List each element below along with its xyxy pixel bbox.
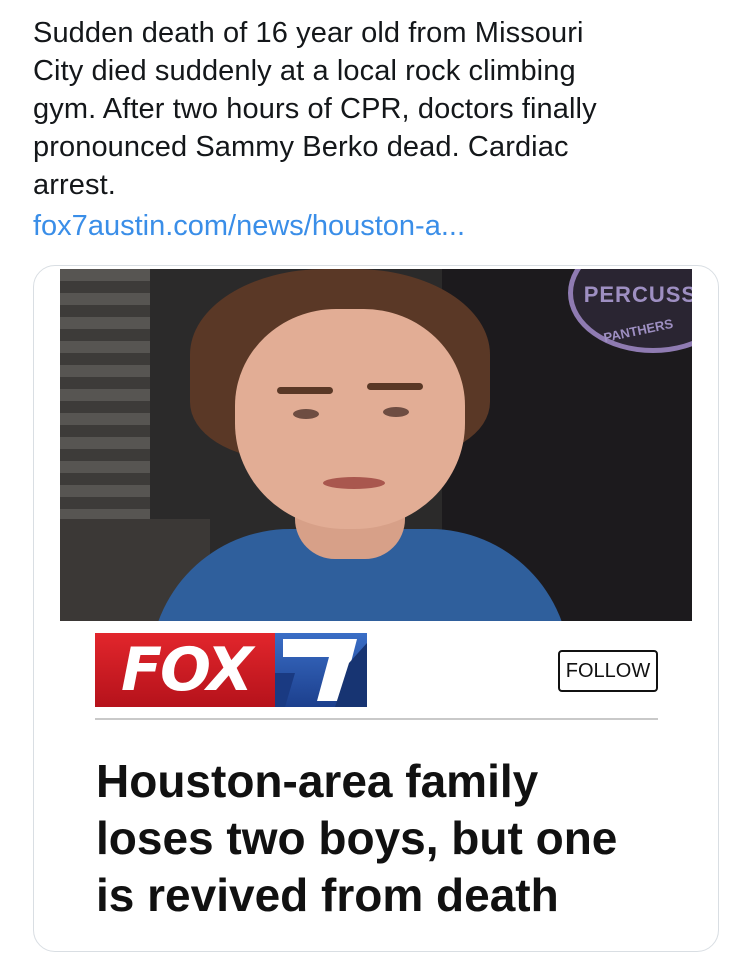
mouth (323, 477, 385, 489)
link-preview-card[interactable]: PERCUSSIO PANTHERS FOX FOLLOW (33, 265, 719, 952)
tweet-text-line: gym. After two hours of CPR, doctors fin… (33, 93, 597, 125)
channel-seven-mark (275, 633, 367, 707)
tweet-text: Sudden death of 16 year old from Missour… (33, 14, 723, 204)
card-divider (95, 718, 658, 720)
eye-right (383, 407, 409, 417)
brow-left (277, 387, 333, 394)
tweet-text-line: pronounced Sammy Berko dead. Cardiac (33, 131, 569, 163)
follow-button[interactable]: FOLLOW (558, 650, 658, 692)
fox7-logo[interactable]: FOX (95, 633, 367, 707)
article-link[interactable]: fox7austin.com/news/houston-a... (33, 207, 465, 245)
headline-line: loses two boys, but one (96, 812, 618, 864)
publisher-row: FOX FOLLOW (95, 633, 658, 708)
seven-glyph-icon (275, 639, 367, 707)
tweet-text-line: City died suddenly at a local rock climb… (33, 55, 576, 87)
tweet-text-line: Sudden death of 16 year old from Missour… (33, 17, 584, 49)
window-blinds (60, 269, 150, 519)
eye-left (293, 409, 319, 419)
article-photo[interactable]: PERCUSSIO PANTHERS (60, 269, 692, 621)
person-face (235, 309, 465, 529)
headline-line: is revived from death (96, 869, 559, 921)
badge-subtext: PANTHERS (602, 315, 675, 346)
badge-text: PERCUSSIO (583, 282, 692, 307)
fox-wordmark: FOX (95, 633, 275, 707)
brow-right (367, 383, 423, 390)
article-headline[interactable]: Houston-area family loses two boys, but … (96, 753, 696, 924)
headline-line: Houston-area family (96, 755, 539, 807)
tweet-text-line: arrest. (33, 169, 116, 201)
